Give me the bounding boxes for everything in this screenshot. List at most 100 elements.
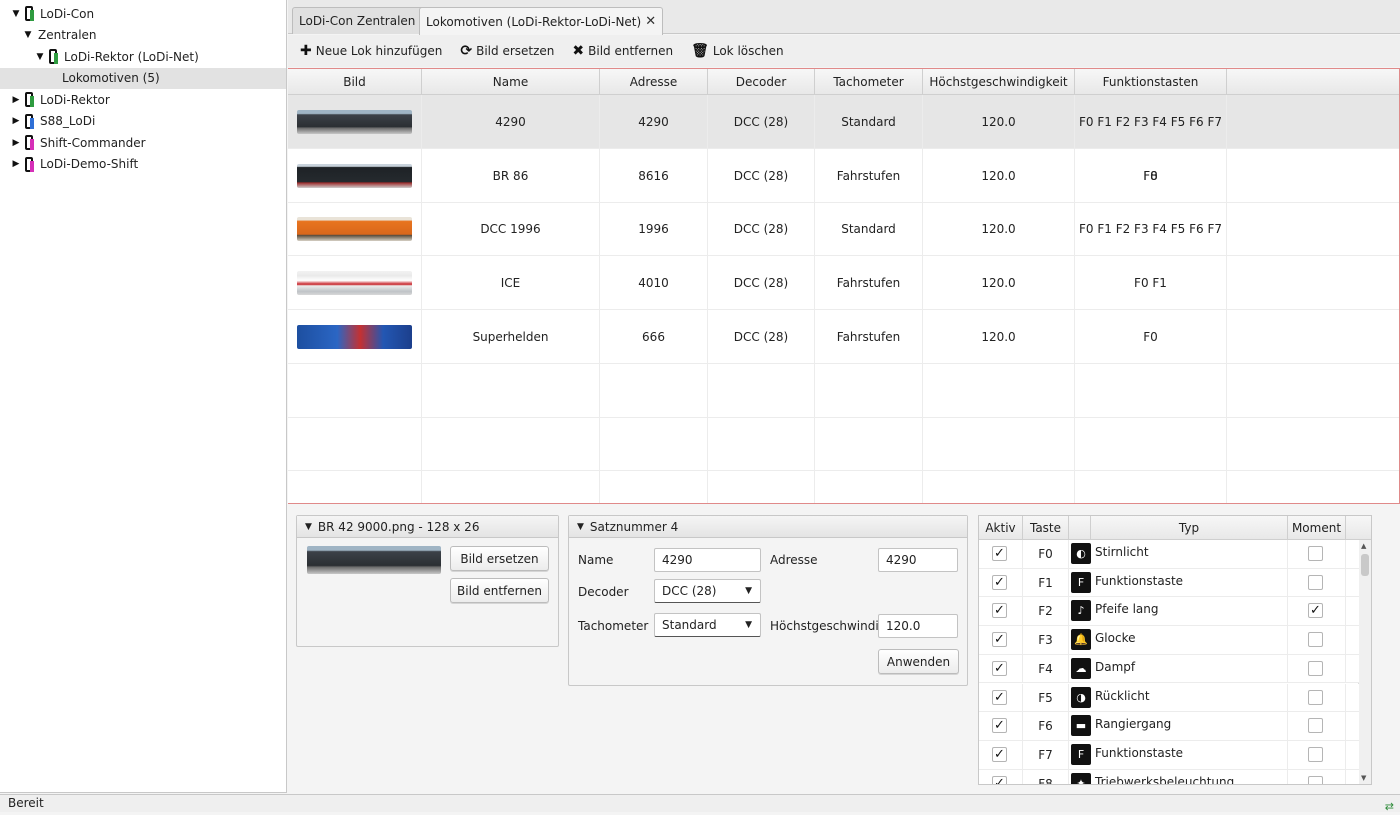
expand-arrow-down-icon[interactable]: ▼	[34, 52, 46, 62]
tree-item[interactable]: ▶ LoDi-Rektor	[0, 89, 286, 111]
type-cell: F Funktionstaste	[1069, 568, 1288, 597]
image-cell	[288, 148, 422, 203]
moment-checkbox[interactable]	[1308, 660, 1323, 676]
column-taste[interactable]: Taste	[1023, 516, 1069, 540]
column-typ[interactable]: Typ	[1091, 516, 1288, 540]
aktiv-checkbox[interactable]: ✓	[992, 546, 1007, 561]
expand-arrow-right-icon[interactable]: ▶	[10, 159, 22, 169]
aktiv-checkbox[interactable]: ✓	[992, 660, 1007, 676]
function-row[interactable]: ✓ F7 F Funktionstaste	[979, 740, 1359, 770]
scroll-down-icon[interactable]: ▼	[1361, 774, 1366, 782]
tree-item[interactable]: ▶ S88_LoDi	[0, 111, 286, 133]
table-row[interactable]: BR 86 8616 DCC (28) Fahrstufen 120.0 F0	[288, 148, 1399, 203]
tree-item[interactable]: ▼ LoDi-Con	[0, 3, 286, 25]
tab-lokomotiven[interactable]: Lokomotiven (LoDi-Rektor-LoDi-Net) ✕	[419, 7, 664, 35]
form-header[interactable]: ▼ Satznummer 4	[569, 516, 967, 538]
type-cell: ☁ Dampf	[1069, 654, 1288, 683]
tab-zentralen[interactable]: LoDi-Con Zentralen ✕	[292, 7, 438, 34]
moment-cell	[1288, 626, 1346, 655]
tree-item[interactable]: ▼ Zentralen	[0, 25, 286, 47]
expand-arrow-right-icon[interactable]: ▶	[10, 138, 22, 148]
aktiv-cell: ✓	[979, 597, 1023, 626]
table-row[interactable]: ICE 4010 DCC (28) Fahrstufen 120.0 F0 F1	[288, 256, 1399, 311]
table-row[interactable]: 4290 4290 DCC (28) Standard 120.0 F0 F1 F2 F3…	[288, 95, 1399, 183]
delete-loco-button[interactable]: 🗑 Lok löschen	[691, 43, 783, 59]
vmax-input[interactable]: 120.0	[878, 614, 958, 638]
table-cell-decoder: DCC (28)	[708, 95, 815, 149]
function-row[interactable]: ✓ F3 🔔 Glocke	[979, 626, 1359, 655]
aktiv-checkbox[interactable]: ✓	[992, 574, 1007, 590]
name-input[interactable]: 4290	[654, 548, 761, 572]
column-header[interactable]: Name	[422, 69, 600, 95]
apply-button[interactable]: Anwenden	[878, 649, 959, 674]
moment-checkbox[interactable]	[1308, 775, 1323, 784]
table-cell-tacho: Fahrstufen	[815, 309, 923, 364]
locomotive-table[interactable]: Bild Name Adresse Decoder Tachometer Höchstge…	[288, 68, 1400, 504]
column-header[interactable]: Adresse	[600, 69, 708, 95]
tree-item[interactable]: ▶ LoDi-Demo-Shift	[0, 154, 286, 176]
add-loco-button[interactable]: ✚ Neue Lok hinzufügen	[300, 43, 442, 59]
device-tree[interactable]: ▼ LoDi-Con ▼ Zentralen ▼ LoDi-Rektor (LoDi-Ne…	[0, 0, 287, 793]
column-header[interactable]: Höchstgeschwindigkeit	[923, 69, 1075, 95]
expand-arrow-down-icon[interactable]: ▼	[22, 30, 34, 40]
function-type-icon: ✦	[1071, 772, 1091, 784]
decoder-select[interactable]: DCC (28) ▼	[654, 579, 761, 603]
aktiv-checkbox[interactable]: ✓	[992, 603, 1007, 619]
function-row[interactable]: ✓ F8 ✦ Triebwerksbeleuchtung	[979, 769, 1359, 784]
scroll-up-icon[interactable]: ▲	[1361, 542, 1366, 550]
function-row[interactable]: ✓ F6 ▬ Rangiergang	[979, 712, 1359, 741]
function-row[interactable]: ✓ F0 ◐ Stirnlicht	[979, 540, 1359, 569]
column-aktiv[interactable]: Aktiv	[979, 516, 1023, 540]
function-table[interactable]: Aktiv Taste Typ Moment ▲ ▼ ✓ F0 ◐ Stirnlich…	[978, 515, 1372, 785]
column-header[interactable]: Decoder	[708, 69, 815, 95]
replace-image-button[interactable]: ⟳ Bild ersetzen	[460, 43, 554, 59]
function-table-scrollbar[interactable]: ▲ ▼	[1358, 540, 1371, 784]
aktiv-checkbox[interactable]: ✓	[992, 718, 1007, 734]
tree-item[interactable]: ▼ LoDi-Rektor (LoDi-Net)	[0, 46, 286, 68]
table-cell-fkeys: F0	[1075, 148, 1227, 203]
table-cell-name: Superhelden	[422, 309, 600, 364]
table-row[interactable]: Superhelden 666 DCC (28) Fahrstufen 120.0 F0	[288, 309, 1399, 364]
tacho-select[interactable]: Standard ▼	[654, 613, 761, 637]
table-row[interactable]: DCC 1996 1996 DCC (28) Standard 120.0 F0 F1 F…	[288, 202, 1399, 257]
function-row[interactable]: ✓ F1 F Funktionstaste	[979, 568, 1359, 598]
table-row[interactable]	[288, 470, 1399, 503]
address-input[interactable]: 4290	[878, 548, 958, 572]
status-text: Bereit	[8, 796, 44, 810]
replace-image-button[interactable]: Bild ersetzen	[450, 546, 549, 571]
aktiv-checkbox[interactable]: ✓	[992, 746, 1007, 762]
moment-checkbox[interactable]	[1308, 689, 1323, 705]
column-icon[interactable]	[1069, 516, 1091, 540]
moment-checkbox[interactable]	[1308, 632, 1323, 648]
function-row[interactable]: ✓ F4 ☁ Dampf	[979, 654, 1359, 684]
image-pane-header[interactable]: ▼ BR 42 9000.png - 128 x 26	[297, 516, 558, 538]
moment-checkbox[interactable]	[1308, 574, 1323, 590]
aktiv-checkbox[interactable]: ✓	[992, 775, 1007, 784]
column-header[interactable]: Tachometer	[815, 69, 923, 95]
function-row[interactable]: ✓ F2 ♪ Pfeife lang ✓	[979, 597, 1359, 627]
moment-checkbox[interactable]	[1308, 546, 1323, 561]
table-cell-decoder: DCC (28)	[708, 309, 815, 364]
tree-item[interactable]: ▶Lokomotiven (5)	[0, 67, 286, 89]
column-header[interactable]: Funktionstasten	[1075, 69, 1227, 95]
function-row[interactable]: ✓ F5 ◑ Rücklicht	[979, 683, 1359, 713]
moment-checkbox[interactable]	[1308, 746, 1323, 762]
remove-image-button[interactable]: ✖ Bild entfernen	[572, 43, 673, 59]
aktiv-checkbox[interactable]: ✓	[992, 632, 1007, 648]
table-cell-empty	[422, 417, 600, 472]
expand-arrow-right-icon[interactable]: ▶	[10, 95, 22, 105]
table-cell-address: 4290	[600, 95, 708, 149]
column-moment[interactable]: Moment	[1288, 516, 1346, 540]
table-row[interactable]	[288, 363, 1399, 418]
close-icon[interactable]: ✕	[645, 14, 656, 29]
aktiv-checkbox[interactable]: ✓	[992, 689, 1007, 705]
expand-arrow-right-icon[interactable]: ▶	[10, 116, 22, 126]
moment-checkbox[interactable]: ✓	[1308, 603, 1323, 619]
scroll-thumb[interactable]	[1361, 554, 1369, 576]
tree-item[interactable]: ▶ Shift-Commander	[0, 132, 286, 154]
remove-image-button[interactable]: Bild entfernen	[450, 578, 549, 603]
table-row[interactable]	[288, 417, 1399, 472]
expand-arrow-down-icon[interactable]: ▼	[10, 9, 22, 19]
column-header[interactable]: Bild	[288, 69, 422, 95]
moment-checkbox[interactable]	[1308, 718, 1323, 734]
